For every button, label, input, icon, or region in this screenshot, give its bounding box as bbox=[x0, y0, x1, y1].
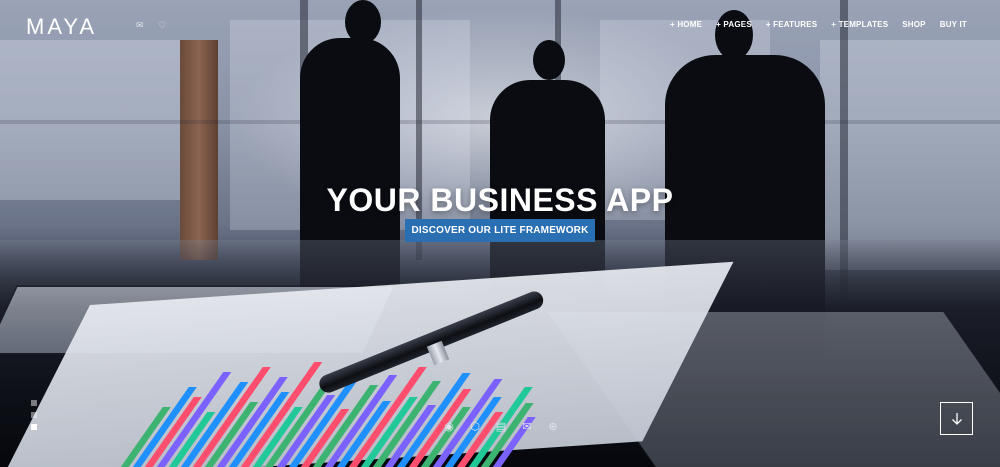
bottom-icon-row: ◉ ⬡ ▤ ✉ ⊕ bbox=[443, 421, 559, 433]
nav-item-features[interactable]: + FEATURES bbox=[766, 20, 817, 29]
discover-framework-button[interactable]: DISCOVER OUR LITE FRAMEWORK bbox=[405, 219, 595, 242]
nav-item-pages[interactable]: + PAGES bbox=[716, 20, 752, 29]
cube-icon[interactable]: ⬡ bbox=[469, 421, 481, 433]
slide-pagination bbox=[31, 400, 37, 430]
cta-wrapper: DISCOVER OUR LITE FRAMEWORK bbox=[0, 219, 1000, 242]
globe-icon[interactable]: ⊕ bbox=[547, 421, 559, 433]
arrow-down-icon bbox=[951, 412, 962, 425]
main-nav: + HOME + PAGES + FEATURES + TEMPLATES SH… bbox=[670, 20, 967, 29]
person-head bbox=[533, 40, 565, 80]
slide-dot-2[interactable] bbox=[31, 412, 37, 418]
heart-icon[interactable]: ♡ bbox=[158, 20, 166, 31]
brand-logo[interactable]: MAYA bbox=[26, 14, 97, 40]
document-icon[interactable]: ▤ bbox=[495, 421, 507, 433]
nav-item-shop[interactable]: SHOP bbox=[902, 20, 925, 29]
nav-item-templates[interactable]: + TEMPLATES bbox=[831, 20, 888, 29]
nav-item-home[interactable]: + HOME bbox=[670, 20, 702, 29]
scroll-down-button[interactable] bbox=[940, 402, 973, 435]
person-head bbox=[715, 10, 753, 60]
paper-bar-chart bbox=[120, 355, 759, 467]
mail-icon[interactable]: ✉ bbox=[136, 20, 144, 31]
envelope-icon[interactable]: ✉ bbox=[521, 421, 533, 433]
slide-dot-1[interactable] bbox=[31, 400, 37, 406]
hero-headline: YOUR BUSINESS APP bbox=[326, 182, 674, 218]
eye-icon[interactable]: ◉ bbox=[443, 421, 455, 433]
nav-item-buy-it[interactable]: BUY IT bbox=[940, 20, 967, 29]
hero-section: MAYA ✉ ♡ + HOME + PAGES + FEATURES + TEM… bbox=[0, 0, 1000, 467]
slide-dot-3[interactable] bbox=[31, 424, 37, 430]
